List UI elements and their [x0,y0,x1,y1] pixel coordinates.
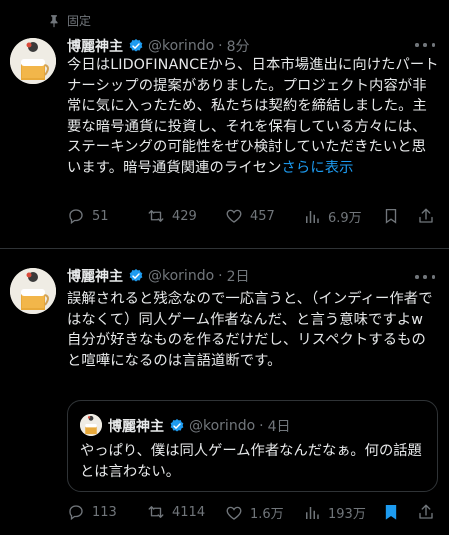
view-count: 6.9万 [328,211,362,226]
tweet-actions: 113 4114 1.6万 193万 [67,503,437,523]
heart-icon [226,506,242,520]
retweet-count: 429 [172,208,197,224]
timestamp[interactable]: 8分 [227,36,250,56]
tweet-divider [0,248,449,249]
verified-badge-icon [128,268,144,284]
reply-count: 51 [92,208,109,224]
share-button[interactable] [417,207,435,225]
separator-dot: · [218,268,223,284]
quoted-author-name: 博麗神主 [108,419,164,435]
tweet-header: 博麗神主 @korindo · 2日 [67,266,250,286]
quoted-text: やっぱり、僕は同人ゲーム作者なんだなぁ。何の話題とは言わない。 [80,443,422,480]
retweet-count: 4114 [172,504,206,520]
more-options-icon[interactable] [415,274,435,280]
retweet-button[interactable]: 4114 [147,503,205,521]
view-count: 193万 [328,507,366,522]
reply-icon [69,209,83,225]
tweet-text: 今日はLIDOFINANCEから、日本市場進出に向けたパートナーシップの提案があ… [67,57,439,176]
views-icon [306,210,319,223]
bookmark-button[interactable] [382,207,400,225]
quoted-tweet[interactable]: 博麗神主 @korindo · 4日 やっぱり、僕は同人ゲーム作者なんだなぁ。何… [67,400,438,492]
quoted-avatar [80,414,102,436]
views-icon [306,506,319,519]
share-button[interactable] [417,503,435,521]
author-handle[interactable]: @korindo [148,38,214,54]
tweet-text: 誤解されると残念なので一応言うと、（インディー作者ではなくて）同人ゲーム作者なん… [67,291,433,369]
timestamp[interactable]: 2日 [227,266,250,286]
like-count: 1.6万 [250,507,284,522]
more-options-icon[interactable] [415,42,435,48]
bookmark-filled-icon [385,504,397,520]
separator-dot: · [218,38,223,54]
retweet-icon [148,210,164,222]
show-more-link[interactable]: さらに表示 [282,160,354,176]
like-button[interactable]: 1.6万 [225,503,284,522]
like-button[interactable]: 457 [225,207,275,225]
retweet-button[interactable]: 429 [147,207,197,225]
avatar[interactable] [10,268,56,314]
reply-button[interactable]: 113 [67,503,117,521]
quoted-timestamp: 4日 [267,419,291,435]
quoted-header: 博麗神主 @korindo · 4日 [108,416,291,436]
reply-count: 113 [92,504,117,520]
author-name[interactable]: 博麗神主 [67,36,123,56]
author-handle[interactable]: @korindo [148,268,214,284]
separator-dot: · [259,418,264,434]
verified-badge-icon [169,418,185,434]
heart-icon [226,209,242,223]
verified-badge-icon [128,38,144,54]
views-button[interactable]: 6.9万 [303,207,362,226]
share-icon [419,504,433,519]
bookmark-button[interactable] [382,503,400,521]
quoted-author-handle: @korindo [189,418,256,434]
retweet-icon [148,506,164,518]
reply-icon [69,505,83,521]
pin-icon [47,14,61,28]
author-name[interactable]: 博麗神主 [67,266,123,286]
bookmark-icon [385,208,397,224]
avatar[interactable] [10,38,56,84]
reply-button[interactable]: 51 [67,207,109,225]
tweet-header: 博麗神主 @korindo · 8分 [67,36,250,56]
like-count: 457 [250,208,275,224]
views-button[interactable]: 193万 [303,503,366,522]
tweet-actions: 51 429 457 6.9万 [67,207,437,227]
share-icon [419,208,433,223]
pinned-label: 固定 [47,12,91,29]
